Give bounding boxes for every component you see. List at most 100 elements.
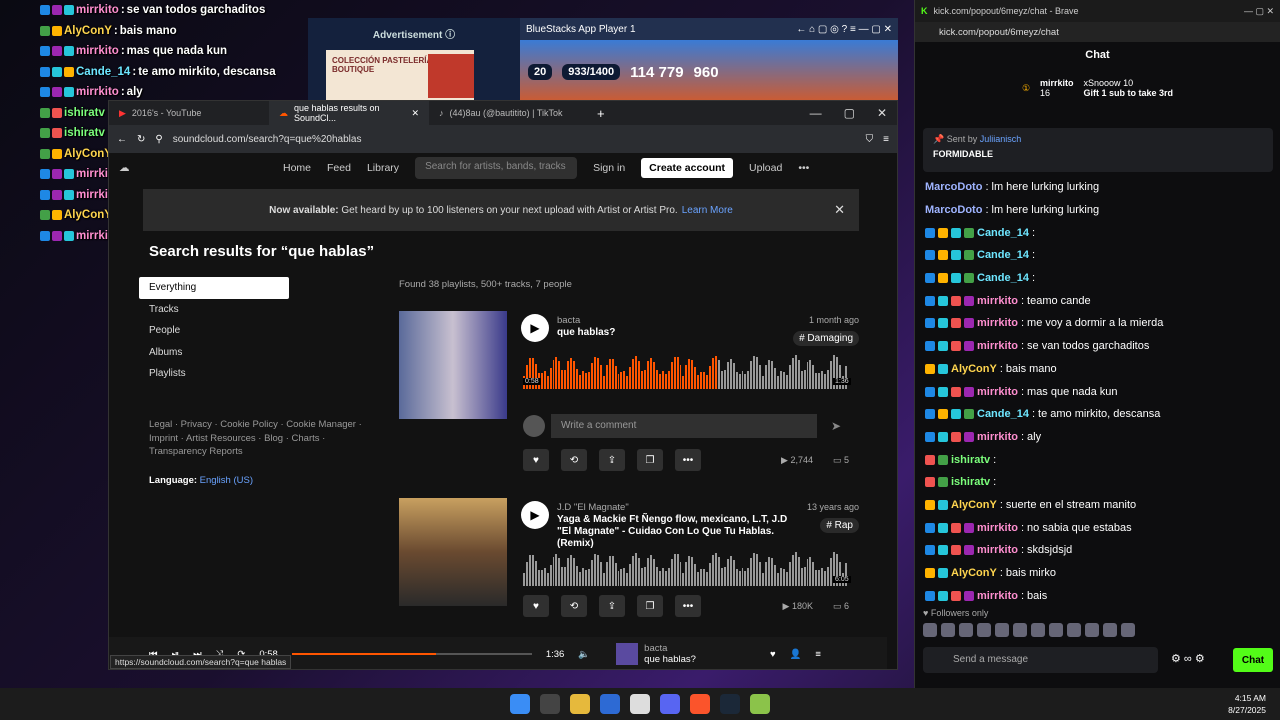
like-icon[interactable]: ♥ xyxy=(523,449,549,471)
site-info-icon[interactable]: ⚲ xyxy=(155,134,162,145)
emote-icon[interactable] xyxy=(1049,623,1063,637)
upload-link[interactable]: Upload xyxy=(749,162,782,174)
play-button[interactable]: ▶ xyxy=(521,314,549,342)
brave-icon[interactable] xyxy=(690,694,710,714)
steam-icon[interactable] xyxy=(720,694,740,714)
filter-tracks[interactable]: Tracks xyxy=(139,299,289,321)
rank-gifter-name[interactable]: xSnooow xyxy=(1084,78,1121,88)
search-input[interactable]: Search for artists, bands, tracks xyxy=(415,157,578,179)
close-banner-icon[interactable]: ✕ xyxy=(834,202,845,218)
repost-icon[interactable]: ⟲ xyxy=(561,449,587,471)
like-icon[interactable]: ♥ xyxy=(523,595,549,617)
message-input[interactable]: Send a message xyxy=(923,647,1158,673)
emote-icon[interactable] xyxy=(977,623,991,637)
system-clock[interactable]: 4:15 AM 8/27/2025 xyxy=(1228,692,1266,716)
emote-icon[interactable] xyxy=(923,623,937,637)
chat-username[interactable]: MarcoDoto xyxy=(925,204,982,216)
search-icon[interactable] xyxy=(540,694,560,714)
back-icon[interactable]: ← xyxy=(117,134,127,145)
emote-icon[interactable] xyxy=(1085,623,1099,637)
address-bar[interactable]: kick.com/popout/6meyz/chat xyxy=(915,22,1280,42)
now-playing[interactable]: bacta que hablas? xyxy=(616,643,696,665)
more-icon[interactable]: ••• xyxy=(798,162,809,174)
nav-library[interactable]: Library xyxy=(367,162,399,174)
minimize-icon[interactable]: — xyxy=(810,106,822,120)
chat-username[interactable]: mirrkito xyxy=(977,522,1018,534)
chat-username[interactable]: AlyConY xyxy=(951,363,997,375)
window-controls[interactable]: — ▢ ✕ xyxy=(1244,6,1274,17)
chat-username[interactable]: Cande_14 xyxy=(977,408,1029,420)
bluestacks-window[interactable]: BlueStacks App Player 1 ← ⌂ ▢ ◎ ? ≡ — ▢ … xyxy=(520,18,898,104)
maximize-icon[interactable]: ▢ xyxy=(844,106,855,120)
emote-icon[interactable] xyxy=(959,623,973,637)
emote-icon[interactable] xyxy=(1121,623,1135,637)
track-artist[interactable]: J.D "El Magnate" xyxy=(557,502,629,513)
repost-icon[interactable]: ⟲ xyxy=(561,595,587,617)
window-controls[interactable]: — ▢ ✕ xyxy=(810,106,897,120)
sign-in-button[interactable]: Sign in xyxy=(593,162,625,174)
track-artist[interactable]: bacta xyxy=(557,315,580,326)
language-value[interactable]: English (US) xyxy=(200,475,253,486)
chat-username[interactable]: Cande_14 xyxy=(977,249,1029,261)
comment-input[interactable]: Write a comment xyxy=(551,414,817,438)
top-gifter-name[interactable]: mirrkito xyxy=(1040,78,1074,88)
brave-browser-window[interactable]: ▶ 2016's - YouTube ☁ que hablas results on… xyxy=(108,100,898,670)
new-tab-icon[interactable]: + xyxy=(597,106,605,121)
now-playing-title[interactable]: que hablas? xyxy=(644,654,696,665)
chat-username[interactable]: mirrkito xyxy=(977,295,1018,307)
nav-feed[interactable]: Feed xyxy=(327,162,351,174)
create-account-button[interactable]: Create account xyxy=(641,158,734,178)
learn-more-link[interactable]: Learn More xyxy=(682,205,733,216)
chat-username[interactable]: mirrkito xyxy=(977,431,1018,443)
address-bar[interactable]: ← ↻ ⚲ soundcloud.com/search?q=que%20habl… xyxy=(109,125,897,153)
like-icon[interactable]: ♥ xyxy=(770,649,776,660)
emote-icon[interactable] xyxy=(995,623,1009,637)
more-icon[interactable]: ••• xyxy=(675,449,701,471)
tab-soundcloud[interactable]: ☁ que hablas results on SoundCl... ✕ xyxy=(269,101,429,125)
queue-icon[interactable]: ≡ xyxy=(815,649,821,660)
pinned-message[interactable]: 📌 Sent by Juliianisch FORMIDABLE xyxy=(923,128,1273,172)
store-icon[interactable] xyxy=(600,694,620,714)
copy-link-icon[interactable]: ❐ xyxy=(637,595,663,617)
chat-username[interactable]: mirrkito xyxy=(977,544,1018,556)
gift-sub-cta[interactable]: Gift 1 sub to take 3rd xyxy=(1084,88,1174,98)
track-title[interactable]: Yaga & Mackie Ft Ñengo flow, mexicano, L… xyxy=(557,514,797,550)
tab-tiktok[interactable]: ♪ (44)8au (@bautitito) | TikTok xyxy=(429,101,589,125)
emote-icon[interactable] xyxy=(1103,623,1117,637)
chat-username[interactable]: mirrkito xyxy=(977,317,1018,329)
emote-icon[interactable] xyxy=(941,623,955,637)
soundcloud-logo[interactable]: ☁ xyxy=(119,162,267,174)
track-artwork[interactable] xyxy=(399,311,507,419)
emote-icon[interactable] xyxy=(1013,623,1027,637)
url-text[interactable]: soundcloud.com/search?q=que%20hablas xyxy=(173,134,362,145)
window-controls[interactable]: ← ⌂ ▢ ◎ ? ≡ — ▢ ✕ xyxy=(796,24,892,35)
chat-username[interactable]: AlyConY xyxy=(951,567,997,579)
chat-send-button[interactable]: Chat xyxy=(1233,648,1273,672)
copy-link-icon[interactable]: ❐ xyxy=(637,449,663,471)
track-tag[interactable]: # Damaging xyxy=(793,331,859,346)
footer-links[interactable]: Legal · Privacy · Cookie Policy · Cookie… xyxy=(149,418,374,459)
bluestacks-icon[interactable] xyxy=(750,694,770,714)
tab-youtube[interactable]: ▶ 2016's - YouTube xyxy=(109,101,269,125)
start-icon[interactable] xyxy=(510,694,530,714)
file-explorer-icon[interactable] xyxy=(570,694,590,714)
play-button[interactable]: ▶ xyxy=(521,501,549,529)
settings-icons[interactable]: ⚙ ∞ ⚙ xyxy=(1171,652,1205,665)
share-icon[interactable]: ⇪ xyxy=(599,595,625,617)
filter-playlists[interactable]: Playlists xyxy=(139,363,289,385)
nav-home[interactable]: Home xyxy=(283,162,311,174)
chat-username[interactable]: Cande_14 xyxy=(977,227,1029,239)
now-playing-artist[interactable]: bacta xyxy=(644,643,696,654)
share-icon[interactable]: ⇪ xyxy=(599,449,625,471)
chat-username[interactable]: mirrkito xyxy=(977,340,1018,352)
menu-icon[interactable]: ≡ xyxy=(883,134,889,145)
filter-albums[interactable]: Albums xyxy=(139,342,289,364)
chat-username[interactable]: mirrkito xyxy=(977,386,1018,398)
chrome-icon[interactable] xyxy=(630,694,650,714)
follow-icon[interactable]: 👤 xyxy=(790,649,802,660)
brave-shield-icon[interactable]: ⛉ xyxy=(866,134,874,145)
chat-username[interactable]: AlyConY xyxy=(951,499,997,511)
track-artwork[interactable] xyxy=(399,498,507,606)
emote-icon[interactable] xyxy=(1031,623,1045,637)
send-comment-icon[interactable]: ➤ xyxy=(823,419,849,433)
